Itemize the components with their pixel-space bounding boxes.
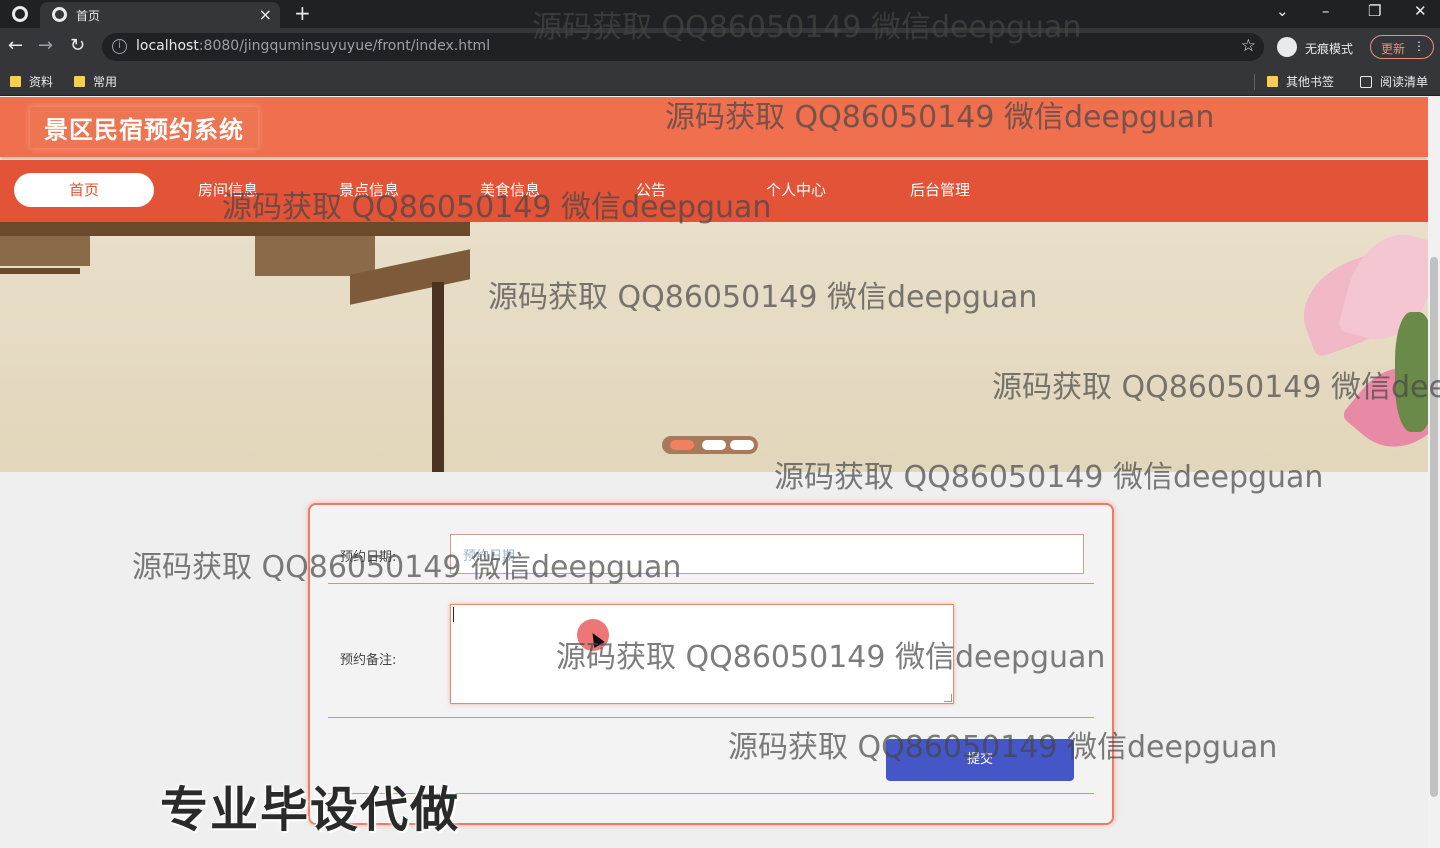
scrollbar-thumb[interactable] bbox=[1430, 257, 1438, 797]
promo-overlay-text: 专业毕设代做 bbox=[160, 782, 461, 838]
form-divider bbox=[328, 717, 1094, 718]
watermark: 源码获取 QQ86050149 微信deepguan bbox=[132, 550, 682, 585]
watermark: 源码获取 QQ86050149 微信deepguan bbox=[532, 10, 1082, 45]
note-label: 预约备注: bbox=[340, 653, 397, 668]
update-button[interactable]: 更新 ⋮ bbox=[1370, 35, 1434, 59]
tab-search-icon[interactable]: ⌄ bbox=[1276, 2, 1289, 20]
reading-list[interactable]: 阅读清单 bbox=[1360, 73, 1428, 90]
close-tab-icon[interactable]: × bbox=[259, 5, 272, 24]
watermark: 源码获取 QQ86050149 微信deepguan bbox=[728, 730, 1278, 765]
close-window-icon[interactable]: ✕ bbox=[1414, 2, 1427, 20]
new-tab-button[interactable]: + bbox=[294, 1, 311, 25]
hero-carousel[interactable] bbox=[0, 222, 1428, 472]
carousel-dot-3[interactable] bbox=[730, 440, 754, 450]
arch-beam bbox=[0, 268, 80, 274]
arch-pillar bbox=[432, 282, 444, 472]
bookmark-folder-2[interactable]: 常用 bbox=[74, 73, 117, 90]
browser-tab[interactable]: 首页 × bbox=[40, 2, 280, 28]
watermark: 源码获取 QQ86050149 微信deepguan bbox=[774, 460, 1324, 495]
carousel-dot-2[interactable] bbox=[702, 440, 726, 450]
reading-list-icon bbox=[1360, 76, 1372, 88]
incognito-icon bbox=[1277, 37, 1297, 57]
minimize-icon[interactable]: – bbox=[1322, 2, 1330, 20]
text-caret bbox=[453, 607, 454, 622]
bookmark-folder-1[interactable]: 资料 bbox=[10, 73, 53, 90]
carousel-indicators bbox=[662, 436, 758, 454]
back-arrow-icon[interactable]: ← bbox=[8, 35, 23, 56]
watermark: 源码获取 QQ86050149 微信deepguan bbox=[222, 190, 772, 225]
folder-icon bbox=[1267, 76, 1278, 87]
nav-home[interactable]: 首页 bbox=[14, 173, 154, 207]
reload-icon[interactable]: ↻ bbox=[70, 35, 85, 56]
other-bookmarks[interactable]: 其他书签 bbox=[1267, 73, 1334, 90]
carousel-dot-1[interactable] bbox=[670, 440, 694, 450]
watermark: 源码获取 QQ86050149 微信deepguan bbox=[665, 100, 1215, 135]
more-menu-icon[interactable]: ⋮ bbox=[1413, 39, 1425, 53]
resize-handle[interactable] bbox=[944, 694, 952, 702]
arch-carving-middle bbox=[255, 236, 375, 276]
page-scrollbar[interactable] bbox=[1428, 97, 1440, 848]
url-text[interactable]: localhost:8080/jingquminsuyuyue/front/in… bbox=[136, 38, 490, 54]
arch-carving-left bbox=[0, 236, 90, 266]
incognito-label: 无痕模式 bbox=[1305, 42, 1354, 56]
forward-arrow-icon[interactable]: → bbox=[38, 35, 53, 56]
bookmark-star-icon[interactable]: ☆ bbox=[1241, 36, 1256, 56]
globe-icon bbox=[52, 7, 67, 22]
tab-title: 首页 bbox=[76, 9, 101, 23]
watermark: 源码获取 QQ86050149 微信deepguan bbox=[488, 280, 1038, 315]
browser-app-icon bbox=[12, 6, 28, 22]
folder-icon bbox=[10, 76, 21, 87]
watermark: 源码获取 QQ86050149 微信deepguan bbox=[992, 370, 1440, 405]
site-logo: 景区民宿预约系统 bbox=[30, 107, 258, 148]
update-label: 更新 bbox=[1381, 42, 1406, 56]
folder-icon bbox=[74, 76, 85, 87]
restore-icon[interactable]: ❐ bbox=[1368, 2, 1381, 20]
site-info-icon[interactable]: i bbox=[112, 39, 127, 54]
bookmarks-divider bbox=[1254, 74, 1255, 90]
watermark: 源码获取 QQ86050149 微信deepguan bbox=[556, 640, 1106, 675]
nav-admin[interactable]: 后台管理 bbox=[870, 173, 1010, 207]
